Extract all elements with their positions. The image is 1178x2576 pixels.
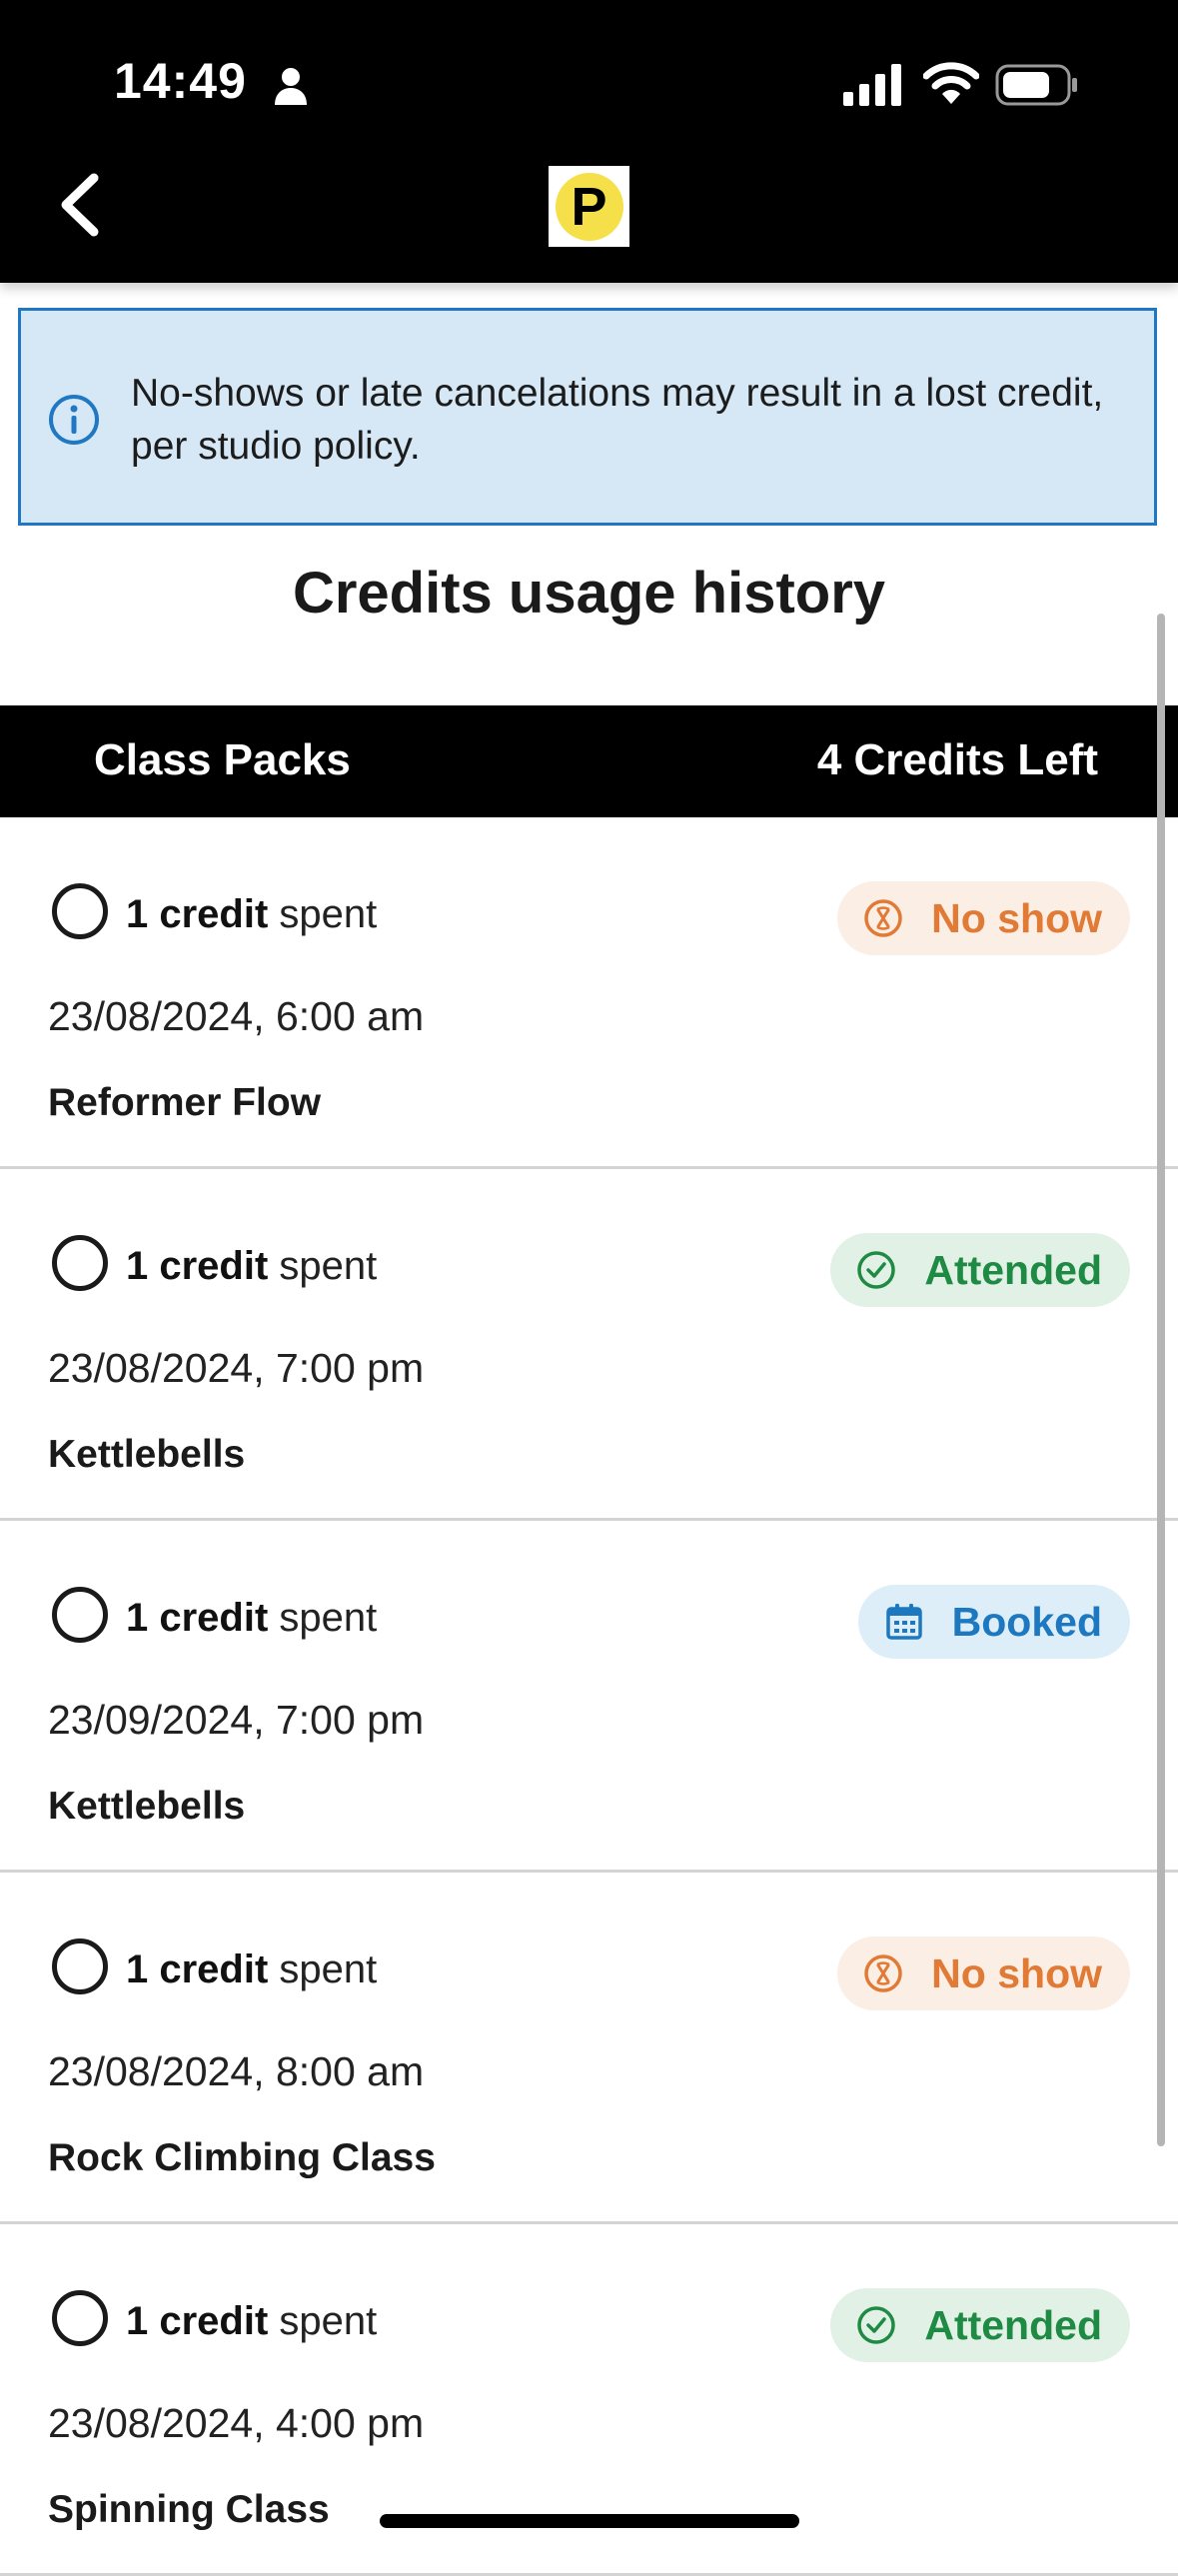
class-packs-label: Class Packs [94,735,351,784]
info-icon [47,393,101,452]
credit-action: spent [268,892,378,936]
credit-spent-text: 1 credit spent [126,1596,377,1641]
credit-circle-icon [52,1587,108,1643]
credit-spent-text: 1 credit spent [126,1244,377,1289]
credit-circle-icon [52,1938,108,1994]
credit-action: spent [268,1244,378,1288]
home-indicator [380,2514,799,2528]
credit-amount: 1 credit [126,1947,269,1991]
class-datetime: 23/08/2024, 6:00 am [48,993,425,1039]
credit-history-list: 1 credit spent No show 23/08/2024, 6:00 … [0,817,1178,2576]
status-badge: Attended [830,2288,1130,2362]
credit-action: spent [268,2299,378,2343]
class-datetime: 23/09/2024, 7:00 pm [48,1697,425,1743]
credit-action: spent [268,1596,378,1640]
status-badge: Booked [857,1585,1130,1659]
scrollbar[interactable] [1157,614,1165,2146]
credit-spent-text: 1 credit spent [126,1947,377,1992]
class-datetime: 23/08/2024, 8:00 am [48,2048,425,2094]
credit-circle-icon [52,1235,108,1291]
page-title: Credits usage history [292,561,886,626]
class-name: Kettlebells [48,1785,246,1828]
class-name: Kettlebells [48,1433,246,1476]
policy-notice: No-shows or late cancelations may result… [18,308,1157,526]
credit-amount: 1 credit [126,1596,269,1640]
list-item[interactable]: 1 credit spent Booked 23/09/2024, 7:00 p… [0,1521,1178,1873]
class-name: Rock Climbing Class [48,2136,436,2179]
status-label: No show [931,894,1102,941]
class-datetime: 23/08/2024, 7:00 pm [48,1345,425,1391]
check-circle-icon [856,1250,910,1290]
credit-action: spent [268,1947,378,1991]
credit-amount: 1 credit [126,1244,269,1288]
list-item[interactable]: 1 credit spent Attended 23/08/2024, 7:00… [0,1169,1178,1521]
credit-amount: 1 credit [126,2299,269,2343]
back-button[interactable] [54,170,114,240]
class-name: Spinning Class [48,2488,330,2531]
notice-text: No-shows or late cancelations may result… [131,372,1104,468]
status-badge: No show [837,1936,1130,2010]
check-circle-icon [856,2305,910,2345]
credit-spent-text: 1 credit spent [126,892,377,937]
status-badge: No show [837,881,1130,955]
credit-spent-text: 1 credit spent [126,2299,377,2344]
cellular-signal-icon [843,64,905,113]
logo-letter: P [555,172,623,241]
credit-amount: 1 credit [126,892,269,936]
class-datetime: 23/08/2024, 4:00 pm [48,2400,425,2446]
wifi-icon [922,62,980,111]
status-badge: Attended [830,1233,1130,1307]
x-circle-icon [863,898,917,938]
list-item[interactable]: 1 credit spent No show 23/08/2024, 8:00 … [0,1873,1178,2224]
status-label: Attended [924,2301,1102,2348]
class-name: Reformer Flow [48,1081,322,1124]
person-icon [274,66,308,111]
credits-left-label: 4 Credits Left [816,735,1098,784]
calendar-icon [884,1602,938,1642]
status-label: Booked [951,1598,1102,1645]
chevron-left-icon [61,173,99,237]
studio-logo: P [549,166,629,247]
credit-circle-icon [52,2290,108,2346]
list-item[interactable]: 1 credit spent No show 23/08/2024, 6:00 … [0,817,1178,1169]
top-bar: 14:49 P [0,0,1178,283]
status-time: 14:49 [114,53,247,109]
class-packs-bar: Class Packs 4 Credits Left [0,705,1178,817]
x-circle-icon [863,1953,917,1993]
status-label: No show [931,1949,1102,1996]
battery-icon [995,64,1079,113]
status-label: Attended [924,1246,1102,1293]
credit-circle-icon [52,883,108,939]
